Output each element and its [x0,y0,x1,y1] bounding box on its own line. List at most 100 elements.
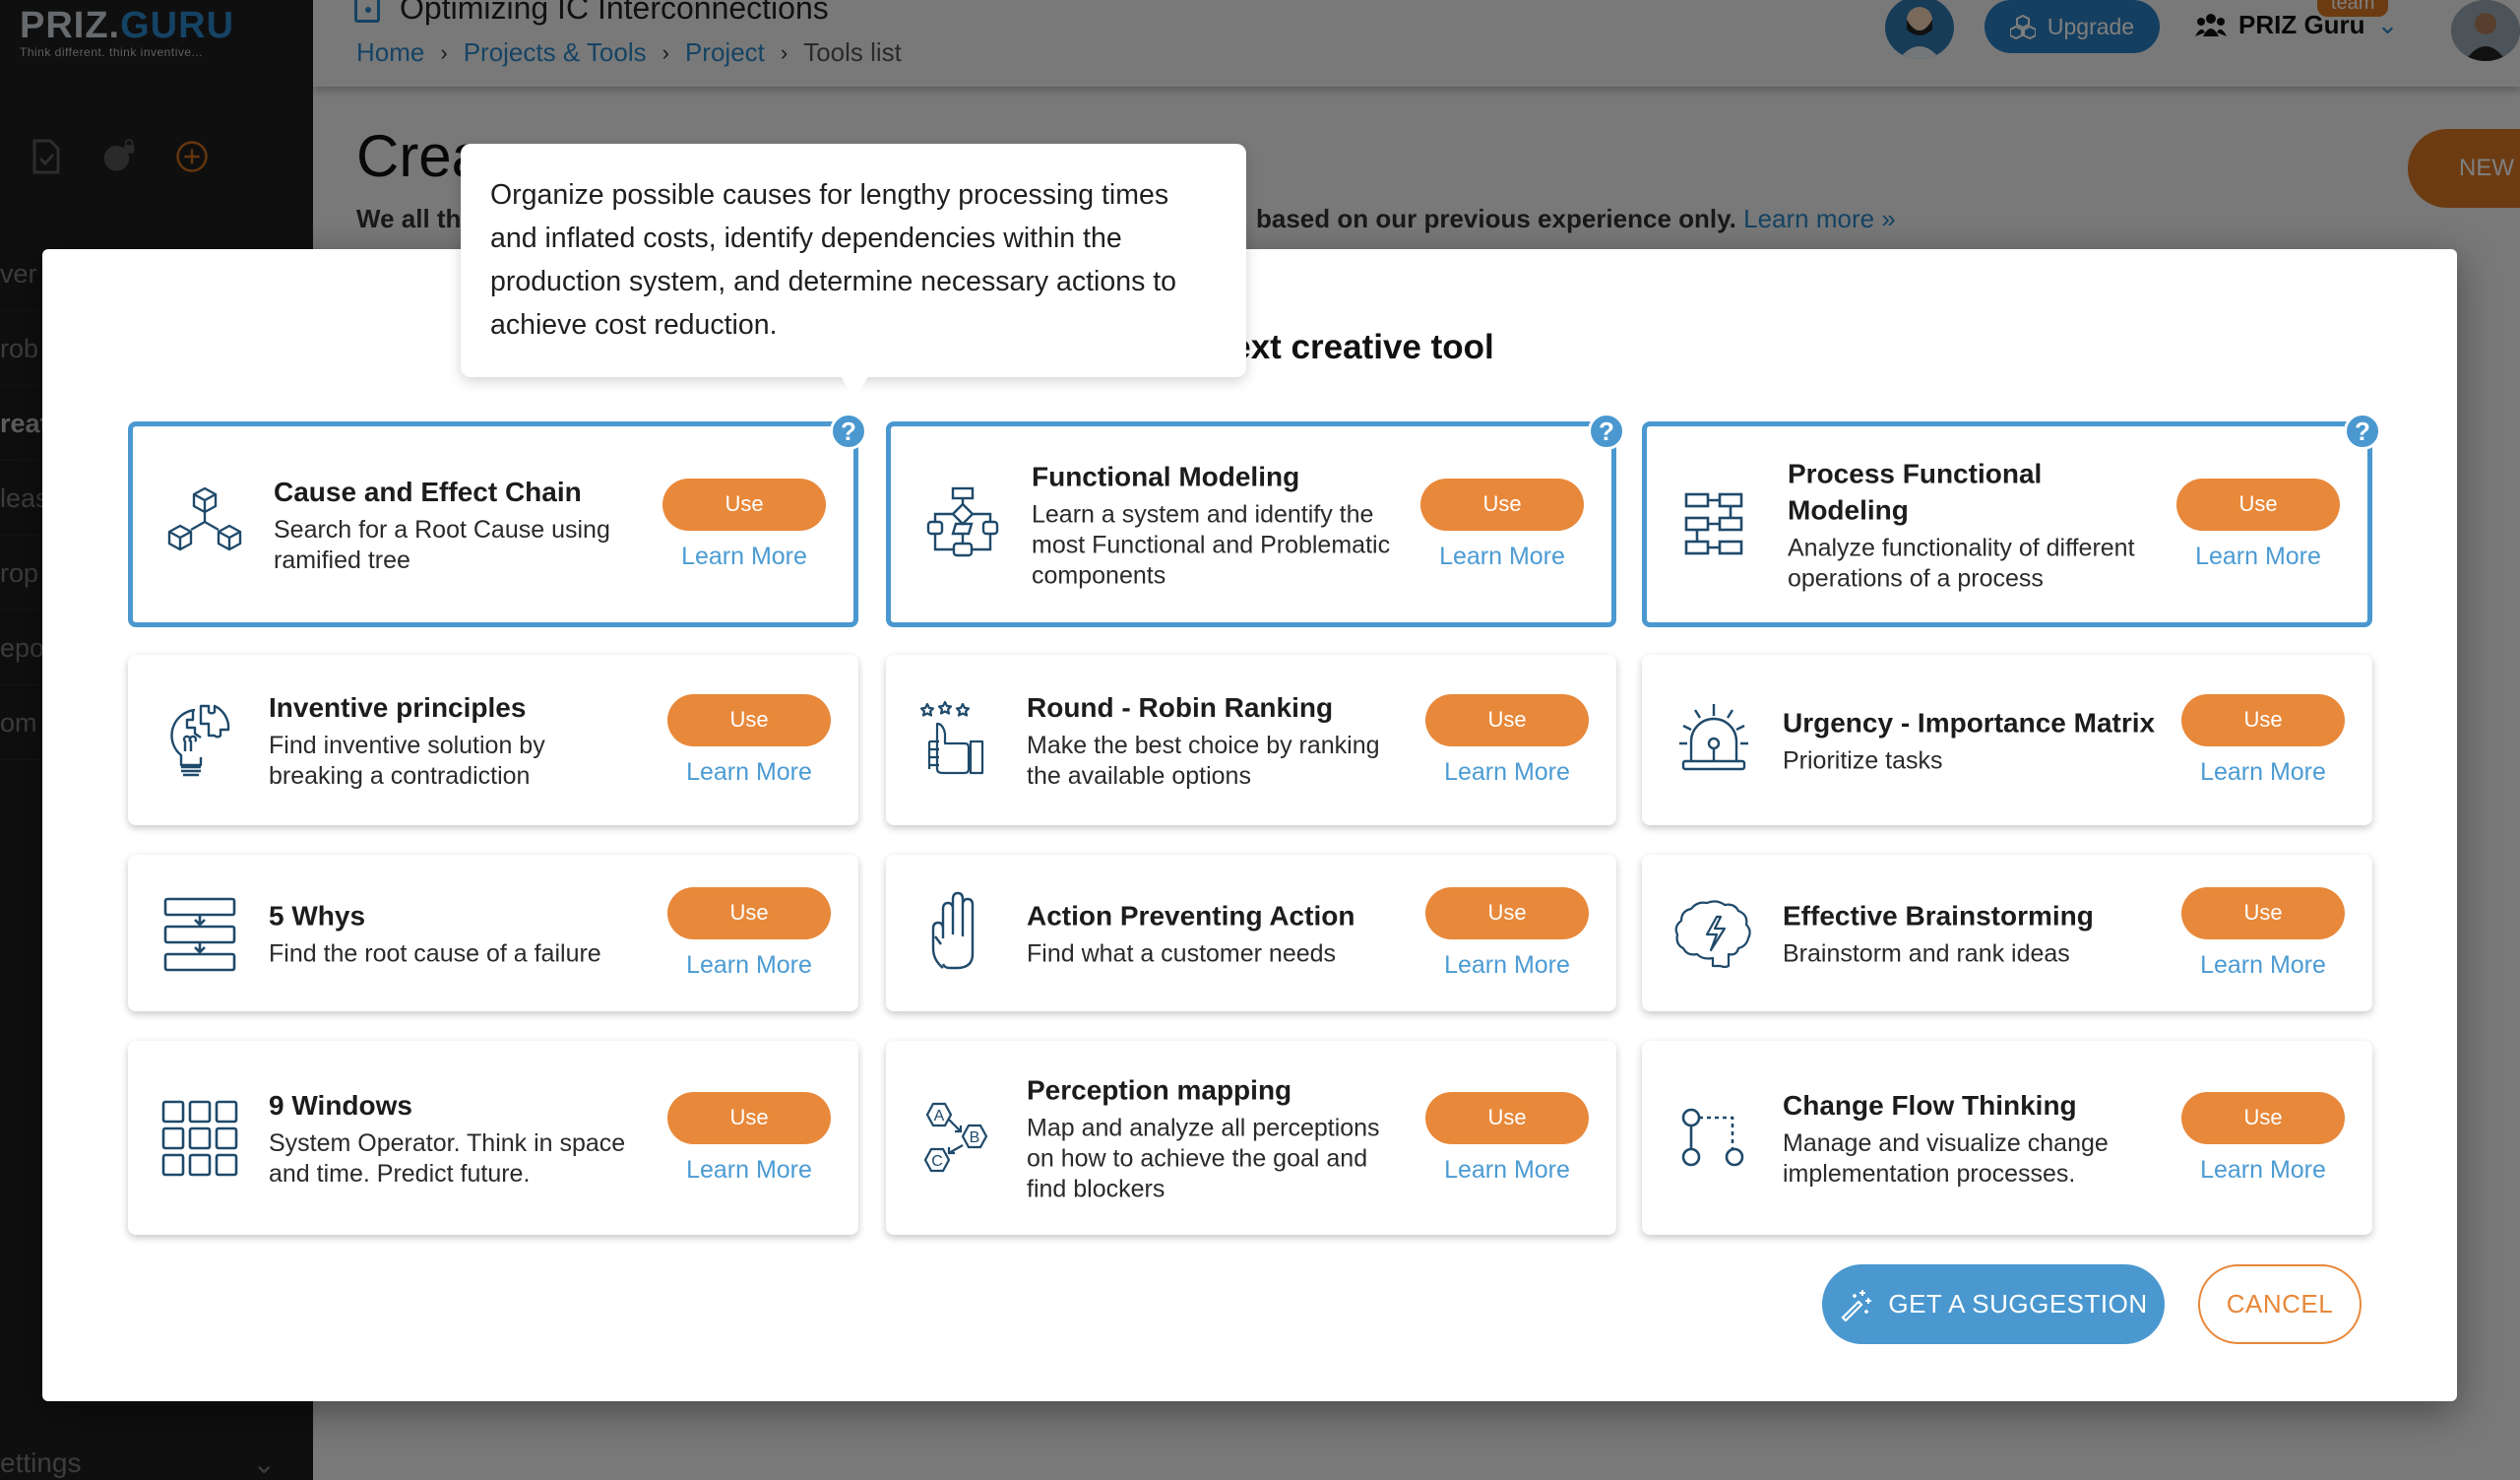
svg-text:C: C [931,1153,943,1170]
process-blocks-icon [1674,481,1763,569]
tool-description: Manage and visualize change implementati… [1783,1128,2109,1188]
use-button[interactable]: Use [667,693,831,746]
learn-more-link[interactable]: Learn More [2200,758,2326,787]
tool-card[interactable]: Inventive principles Find inventive solut… [128,655,858,825]
tool-picker-modal: ext creative tool Cause and Effect Chain… [42,249,2457,1401]
tool-actions: Use Learn More [1420,478,1584,571]
tool-title: Perception mapping [1027,1074,1292,1105]
tool-title: Inventive principles [269,691,527,723]
tool-text: Perception mapping Map and analyze all pe… [1027,1071,1400,1204]
tool-card[interactable]: Urgency - Importance Matrix Prioritize ta… [1642,655,2372,825]
svg-text:B: B [970,1129,980,1146]
use-button[interactable]: Use [2176,478,2340,531]
tool-card[interactable]: Change Flow Thinking Manage and visualize… [1642,1041,2372,1235]
tool-actions: Use Learn More [2181,693,2345,787]
tool-actions: Use Learn More [2181,886,2345,980]
tool-text: Cause and Effect Chain Search for a Root … [274,474,637,576]
tool-description: System Operator. Think in space and time… [269,1128,626,1188]
suggest-label: GET A SUGGESTION [1888,1289,2148,1319]
tool-info-tooltip: Organize possible causes for lengthy pro… [461,144,1246,377]
tool-card[interactable]: Cause and Effect Chain Search for a Root … [128,413,867,627]
tool-actions: Use Learn More [1425,1091,1589,1185]
learn-more-link[interactable]: Learn More [2200,1156,2326,1185]
tooltip-arrow [841,376,868,400]
learn-more-link[interactable]: Learn More [681,543,807,571]
tool-text: Round - Robin Ranking Make the best choic… [1027,689,1400,792]
tool-text: 5 Whys Find the root cause of a failure [269,897,642,969]
tool-description: Search for a Root Cause using ramified t… [274,515,610,574]
use-button[interactable]: Use [667,886,831,939]
tool-title: Urgency - Importance Matrix [1783,707,2156,738]
hand-stop-icon [914,889,1002,978]
tool-title: 9 Windows [269,1089,412,1121]
cubes-tree-icon [160,481,249,569]
use-button[interactable]: Use [2181,693,2345,746]
tool-description: Prioritize tasks [1783,746,1943,774]
tool-text: Inventive principles Find inventive solut… [269,689,642,792]
use-button[interactable]: Use [662,478,826,531]
tool-card[interactable]: Functional Modeling Learn a system and id… [886,413,1625,627]
tool-title: 5 Whys [269,900,366,931]
tool-card[interactable]: Effective Brainstorming Brainstorm and ra… [1642,855,2372,1011]
abc-hexagons-icon: A B C [914,1094,1002,1183]
tool-title: Action Preventing Action [1027,900,1355,931]
tool-card[interactable]: Action Preventing Action Find what a cust… [886,855,1616,1011]
tool-actions: Use Learn More [667,1091,831,1185]
use-button[interactable]: Use [1425,886,1589,939]
use-button[interactable]: Use [1425,693,1589,746]
tool-description: Find what a customer needs [1027,939,1337,967]
tool-card[interactable]: Round - Robin Ranking Make the best choic… [886,655,1616,825]
tool-description: Map and analyze all perceptions on how t… [1027,1114,1380,1202]
tool-actions: Use Learn More [1425,886,1589,980]
help-icon[interactable]: ? [2344,413,2381,450]
use-button[interactable]: Use [1420,478,1584,531]
learn-more-link[interactable]: Learn More [1444,951,1570,980]
tool-description: Brainstorm and rank ideas [1783,939,2070,967]
nine-grid-icon [156,1094,244,1183]
use-button[interactable]: Use [2181,1091,2345,1144]
learn-more-link[interactable]: Learn More [686,951,812,980]
tool-title: Change Flow Thinking [1783,1089,2077,1121]
tool-description: Make the best choice by ranking the avai… [1027,731,1380,790]
tool-title: Cause and Effect Chain [274,476,582,507]
use-button[interactable]: Use [1425,1091,1589,1144]
tool-card[interactable]: 9 Windows System Operator. Think in space… [128,1041,858,1235]
tool-card[interactable]: Process Functional Modeling Analyze funct… [1642,413,2381,627]
learn-more-link[interactable]: Learn More [1444,1156,1570,1185]
tool-card[interactable]: 5 Whys Find the root cause of a failure Us… [128,855,858,1011]
help-icon[interactable]: ? [830,413,867,450]
tool-title: Functional Modeling [1032,461,1300,491]
tool-actions: Use Learn More [1425,693,1589,787]
tool-title: Round - Robin Ranking [1027,691,1334,723]
tool-card[interactable]: A B C Perception mapping Map and analyze all… [886,1041,1616,1235]
tool-actions: Use Learn More [2181,1091,2345,1185]
tool-text: Functional Modeling Learn a system and id… [1032,458,1395,591]
brain-lightning-icon [1670,889,1758,978]
tool-text: Process Functional Modeling Analyze funct… [1788,455,2151,594]
learn-more-link[interactable]: Learn More [1444,758,1570,787]
learn-more-link[interactable]: Learn More [686,1156,812,1185]
thumbs-up-stars-icon [914,696,1002,785]
tool-description: Find the root cause of a failure [269,939,601,967]
use-button[interactable]: Use [2181,886,2345,939]
learn-more-link[interactable]: Learn More [2195,543,2321,571]
siren-icon [1670,696,1758,785]
tool-actions: Use Learn More [667,693,831,787]
flowchart-icon [918,481,1007,569]
learn-more-link[interactable]: Learn More [2200,951,2326,980]
tool-description: Find inventive solution by breaking a co… [269,731,545,790]
help-icon[interactable]: ? [1588,413,1625,450]
cancel-button[interactable]: CANCEL [2198,1264,2362,1344]
learn-more-link[interactable]: Learn More [1439,543,1565,571]
tool-title: Effective Brainstorming [1783,900,2094,931]
tool-actions: Use Learn More [667,886,831,980]
tool-actions: Use Learn More [662,478,826,571]
lightbulb-puzzle-icon [156,696,244,785]
magic-wand-icon [1841,1289,1872,1321]
use-button[interactable]: Use [667,1091,831,1144]
tool-text: Effective Brainstorming Brainstorm and ra… [1783,897,2156,969]
tool-text: Urgency - Importance Matrix Prioritize ta… [1783,704,2156,776]
stacked-steps-icon [156,889,244,978]
learn-more-link[interactable]: Learn More [686,758,812,787]
get-suggestion-button[interactable]: GET A SUGGESTION [1822,1264,2165,1344]
